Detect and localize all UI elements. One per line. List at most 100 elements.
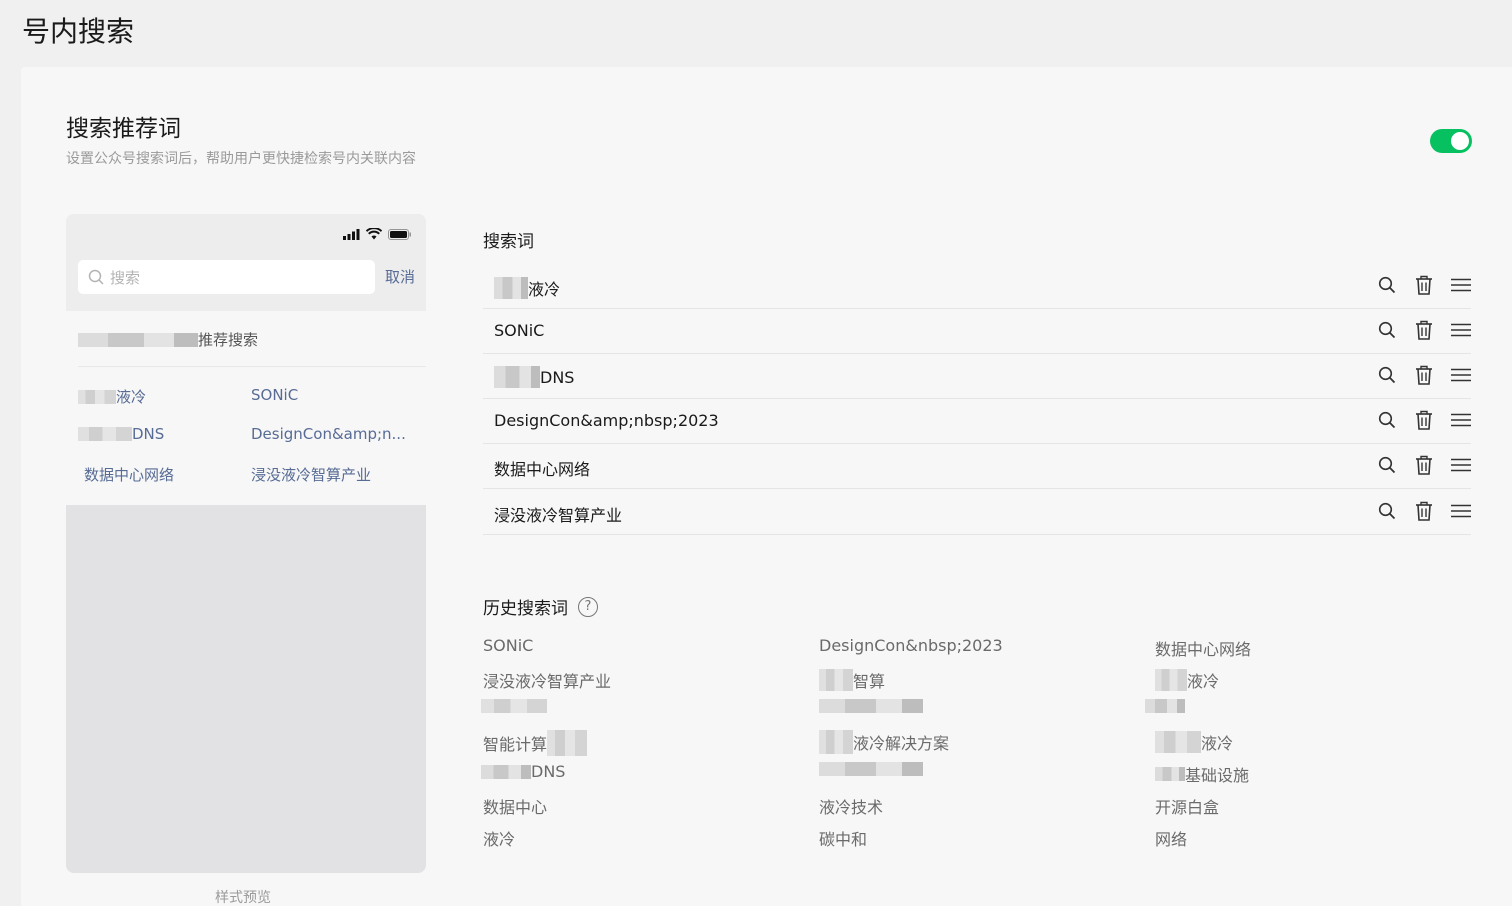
drag-handle-icon[interactable] [1451,365,1471,385]
preview-item-label: SONiC [251,386,299,404]
keyword-text: 数据中心网络 [494,456,590,480]
blurred-text [1145,699,1185,713]
trash-icon[interactable] [1414,410,1434,430]
history-item[interactable]: 基础设施 [1155,762,1249,786]
history-item[interactable]: 液冷技术 [819,794,883,818]
history-item[interactable]: 数据中心网络 [1155,636,1251,660]
preview-search-input[interactable]: 搜索 [78,260,375,294]
keyword-row: 数据中心网络 [483,444,1471,489]
drag-handle-icon[interactable] [1451,455,1471,475]
history-item[interactable]: 液冷解决方案 [819,730,949,754]
phone-header: 搜索 取消 [66,214,426,311]
search-icon[interactable] [1377,275,1397,295]
history-item-label: 液冷 [1187,672,1220,691]
blurred-text [481,699,547,713]
drag-handle-icon[interactable] [1451,501,1471,521]
history-item[interactable]: 液冷 [1155,668,1219,692]
cancel-button[interactable]: 取消 [385,266,415,287]
history-item[interactable] [819,762,923,776]
history-item-label: 液冷 [483,830,516,849]
search-placeholder: 搜索 [110,268,141,287]
history-item-label: DNS [531,762,566,781]
blurred-account-name [78,332,198,347]
blurred-text [494,277,528,299]
drag-handle-icon[interactable] [1451,320,1471,340]
search-icon[interactable] [1377,320,1397,340]
keyword-label: 数据中心网络 [494,460,591,479]
history-item[interactable] [1145,699,1185,713]
keyword-actions [1377,320,1471,340]
preview-item[interactable]: DesignCon&amp;n... [251,425,406,443]
history-item[interactable]: 开源白盒 [1155,794,1219,818]
recommend-toggle[interactable] [1430,129,1472,153]
search-icon[interactable] [1377,501,1397,521]
drag-handle-icon[interactable] [1451,275,1471,295]
help-icon[interactable]: ? [578,596,598,617]
search-icon[interactable] [1377,365,1397,385]
trash-icon[interactable] [1414,275,1434,295]
history-item[interactable]: 浸没液冷智算产业 [483,668,611,692]
page-title: 号内搜索 [22,15,135,48]
blurred-text [819,669,853,691]
keyword-row: DNS [483,354,1471,399]
keyword-actions [1377,410,1471,430]
history-item-label: 碳中和 [819,830,868,849]
preview-item[interactable]: 浸没液冷智算产业 [251,464,371,485]
history-item-label: 基础设施 [1185,766,1250,785]
preview-recommend-panel: 推荐搜索 液冷 SONiC DNS DesignCon&amp;n... 数据中… [66,311,426,505]
history-item-label: 液冷 [1201,734,1234,753]
history-item[interactable]: 智能计算 [483,730,588,756]
preview-item[interactable]: SONiC [251,386,298,404]
history-item[interactable]: DesignCon&nbsp;2023 [819,636,1003,655]
keyword-actions [1377,501,1471,521]
drag-handle-icon[interactable] [1451,410,1471,430]
history-item[interactable] [819,699,923,713]
keyword-label: DNS [540,367,575,387]
history-item[interactable]: DNS [481,762,565,781]
keyword-label: SONiC [494,321,545,340]
history-item[interactable]: 智算 [819,668,885,692]
trash-icon[interactable] [1414,365,1434,385]
search-icon[interactable] [1377,455,1397,475]
history-item[interactable]: 碳中和 [819,826,867,850]
phone-preview: 搜索 取消 推荐搜索 液冷 SONiC DNS DesignCon&amp;n.… [66,214,426,873]
divider [78,366,426,367]
keyword-row: 液冷 [483,264,1471,309]
blurred-text [481,764,531,779]
history-item[interactable]: 网络 [1155,826,1187,850]
preview-item[interactable]: 数据中心网络 [84,464,174,485]
blurred-text [819,730,853,754]
blurred-text [78,389,116,404]
preview-item-label: 液冷 [116,388,147,406]
keyword-text: 液冷 [494,276,560,300]
blurred-text [547,730,588,756]
keyword-text: DNS [494,366,574,388]
preview-item-label: 数据中心网络 [84,466,175,484]
history-item[interactable]: 液冷 [1155,730,1233,754]
status-bar [343,228,412,240]
history-item[interactable]: 数据中心 [483,794,547,818]
history-item-label: 开源白盒 [1155,798,1220,817]
preview-item-label: DesignCon&amp;n... [251,425,406,443]
history-item[interactable]: 液冷 [483,826,515,850]
keyword-label: 液冷 [528,280,561,299]
trash-icon[interactable] [1414,455,1434,475]
preview-item-label: 浸没液冷智算产业 [251,466,372,484]
trash-icon[interactable] [1414,501,1434,521]
preview-item[interactable]: DNS [78,425,164,443]
history-item-label: 智算 [853,672,886,691]
battery-icon [388,228,411,240]
keyword-text: DesignCon&amp;nbsp;2023 [494,411,719,430]
preview-item[interactable]: 液冷 [78,386,146,407]
signal-icon [343,228,360,240]
history-item-label: 浸没液冷智算产业 [483,672,612,691]
history-item[interactable] [481,699,547,713]
search-icon[interactable] [1377,410,1397,430]
blurred-text [494,366,540,388]
trash-icon[interactable] [1414,320,1434,340]
blurred-text [1155,767,1185,781]
search-icon [88,269,104,285]
history-item[interactable]: SONiC [483,636,533,655]
blurred-text [1155,669,1187,691]
keywords-title: 搜索词 [483,232,534,252]
